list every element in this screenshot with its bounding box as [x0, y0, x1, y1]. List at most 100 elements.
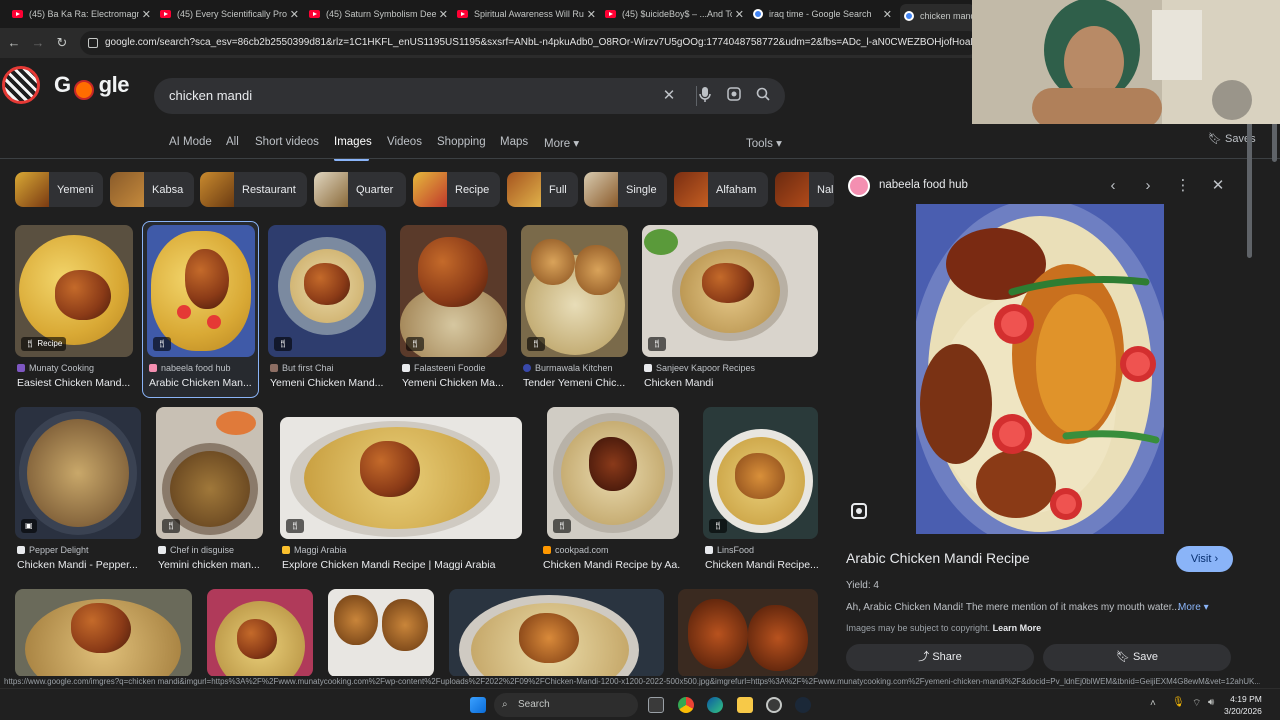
site-info-icon[interactable] [88, 38, 98, 48]
chip-alfaham[interactable]: Alfaham [674, 172, 768, 207]
result-thumbnail[interactable]: 🍴︎ [642, 225, 818, 357]
tab-shopping[interactable]: Shopping [437, 136, 486, 148]
chip-quarter[interactable]: Quarter [314, 172, 406, 207]
address-bar[interactable]: google.com/search?sca_esv=86cb2b2550399d… [80, 31, 980, 55]
tray-chevron-icon[interactable]: ˄ [1150, 698, 1156, 709]
image-result[interactable]: 🍴︎ But first Chai Yemeni Chicken Mand... [268, 225, 386, 395]
result-title[interactable]: Tender Yemeni Chic... [523, 377, 630, 389]
result-thumbnail[interactable]: 🍴︎ [268, 225, 386, 357]
image-result[interactable]: 🍴︎ Sanjeev Kapoor Recipes Chicken Mandi [642, 225, 818, 395]
panel-source-name[interactable]: nabeela food hub [879, 179, 968, 191]
tab-more[interactable]: More ▾ [544, 136, 579, 150]
result-thumbnail[interactable]: ▣ [15, 407, 141, 539]
file-explorer-icon[interactable] [737, 697, 753, 713]
result-title[interactable]: Chicken Mandi Recipe... [705, 559, 820, 571]
more-options-icon[interactable]: ⋮ [1174, 177, 1192, 195]
microphone-tray-icon[interactable]: 🎙︎ [1172, 697, 1185, 708]
chip-nal[interactable]: Nal [775, 172, 835, 207]
wifi-icon[interactable]: ⌔ [1192, 697, 1201, 710]
app-icon[interactable] [766, 697, 782, 713]
forward-icon[interactable]: → [30, 35, 46, 51]
chip-yemeni[interactable]: Yemeni [15, 172, 103, 207]
result-title[interactable]: Yemini chicken man... [158, 559, 265, 571]
tab-all[interactable]: All [226, 136, 239, 148]
close-icon[interactable]: ✕ [1209, 177, 1227, 195]
previous-icon[interactable]: ‹ [1104, 177, 1122, 195]
image-result[interactable]: 🍴︎ Burmawala Kitchen Tender Yemeni Chic.… [521, 225, 628, 395]
result-thumbnail[interactable] [449, 589, 664, 677]
panel-scrollbar[interactable] [1247, 118, 1252, 258]
panel-title[interactable]: Arabic Chicken Mandi Recipe [846, 550, 1030, 566]
lens-search-icon[interactable] [851, 503, 867, 519]
close-tab-icon[interactable]: ✕ [587, 8, 596, 21]
result-thumbnail[interactable] [328, 589, 434, 677]
page-scrollbar[interactable] [1272, 122, 1277, 162]
save-button[interactable]: 🔖︎ Save [1043, 644, 1231, 671]
image-result[interactable] [449, 589, 664, 677]
chip-kabsa[interactable]: Kabsa [110, 172, 194, 207]
more-button[interactable]: More ▾ [1178, 602, 1209, 613]
image-result[interactable] [678, 589, 818, 677]
result-title[interactable]: Arabic Chicken Man... [149, 377, 254, 389]
browser-tab[interactable]: iraq time - Google Search ✕ [753, 4, 898, 24]
volume-icon[interactable]: 🔊︎ [1208, 697, 1214, 708]
result-title[interactable]: Chicken Mandi [644, 377, 820, 389]
chip-restaurant[interactable]: Restaurant [200, 172, 307, 207]
share-button[interactable]: ⤴ Share [846, 644, 1034, 671]
tab-images[interactable]: Images [334, 136, 372, 148]
image-result[interactable]: 🍴︎ Chef in disguise Yemini chicken man..… [156, 407, 263, 577]
image-result[interactable]: 🍴︎ Recipe Munaty Cooking Easiest Chicken… [15, 225, 133, 395]
microphone-icon[interactable] [696, 87, 714, 105]
image-result[interactable]: 🍴︎ cookpad.com Chicken Mandi Recipe by A… [541, 407, 681, 577]
search-icon[interactable] [754, 87, 772, 105]
taskbar-search[interactable]: ⌕ Search [494, 693, 638, 717]
clear-icon[interactable]: ✕ [660, 87, 678, 105]
browser-tab[interactable]: (45) Every Scientifically Prov ✕ [160, 4, 305, 24]
browser-tab[interactable]: (45) $uicideBoy$ – ...And To ✕ [605, 4, 750, 24]
result-title[interactable]: Yemeni Chicken Mand... [270, 377, 388, 389]
chip-recipe[interactable]: Recipe [413, 172, 500, 207]
image-result[interactable] [15, 589, 192, 677]
reload-icon[interactable]: ↻ [54, 35, 70, 51]
edge-icon[interactable] [707, 697, 723, 713]
tab-videos[interactable]: Videos [387, 136, 422, 148]
tab-ai-mode[interactable]: AI Mode [169, 136, 212, 148]
result-thumbnail[interactable] [678, 589, 818, 677]
browser-tab[interactable]: (45) Saturn Symbolism Deep ✕ [309, 4, 454, 24]
result-title[interactable]: Chicken Mandi Recipe by Aa... [543, 559, 681, 571]
browser-tab-active[interactable]: chicken mandi [900, 4, 975, 28]
learn-more-link[interactable]: Learn More [993, 623, 1042, 633]
task-view-icon[interactable] [648, 697, 664, 713]
result-thumbnail[interactable] [15, 589, 192, 677]
browser-tab[interactable]: Spiritual Awareness Will Ru ✕ [457, 4, 602, 24]
tab-short-videos[interactable]: Short videos [255, 136, 319, 148]
result-thumbnail[interactable]: 🍴︎ Recipe [15, 225, 133, 357]
close-tab-icon[interactable]: ✕ [142, 8, 151, 21]
browser-tab[interactable]: (45) Ba Ka Ra: Electromagnet ✕ [12, 4, 157, 24]
tools-button[interactable]: Tools ▾ [746, 136, 782, 150]
preview-image[interactable] [916, 204, 1164, 534]
start-icon[interactable] [470, 697, 486, 713]
result-title[interactable]: Easiest Chicken Mand... [17, 377, 135, 389]
steam-icon[interactable] [795, 697, 811, 713]
chip-single[interactable]: Single [584, 172, 667, 207]
lens-icon[interactable] [725, 87, 743, 105]
result-thumbnail[interactable]: 🍴︎ [703, 407, 818, 539]
close-tab-icon[interactable]: ✕ [883, 8, 892, 21]
image-result[interactable]: 🍴︎ LinsFood Chicken Mandi Recipe... [703, 407, 820, 577]
result-thumbnail[interactable]: 🍴︎ [547, 407, 679, 539]
result-thumbnail[interactable]: 🍴︎ [147, 225, 255, 357]
result-title[interactable]: Chicken Mandi - Pepper... [17, 559, 141, 571]
tab-maps[interactable]: Maps [500, 136, 528, 148]
search-input[interactable]: chicken mandi ✕ [154, 78, 785, 114]
google-doodle-logo[interactable]: G gle [0, 62, 130, 106]
back-icon[interactable]: ← [6, 35, 22, 51]
close-tab-icon[interactable]: ✕ [290, 8, 299, 21]
image-result[interactable]: 🍴︎ nabeela food hub Arabic Chicken Man..… [147, 225, 255, 395]
image-result[interactable] [328, 589, 434, 677]
image-result[interactable]: 🍴︎ Falasteeni Foodie Yemeni Chicken Ma..… [400, 225, 507, 395]
result-title[interactable]: Explore Chicken Mandi Recipe | Maggi Ara… [282, 559, 522, 571]
visit-button[interactable]: Visit › [1176, 546, 1233, 572]
clock[interactable]: 4:19 PM 3/20/2026 [1224, 693, 1262, 717]
result-thumbnail[interactable]: 🍴︎ [521, 225, 628, 357]
